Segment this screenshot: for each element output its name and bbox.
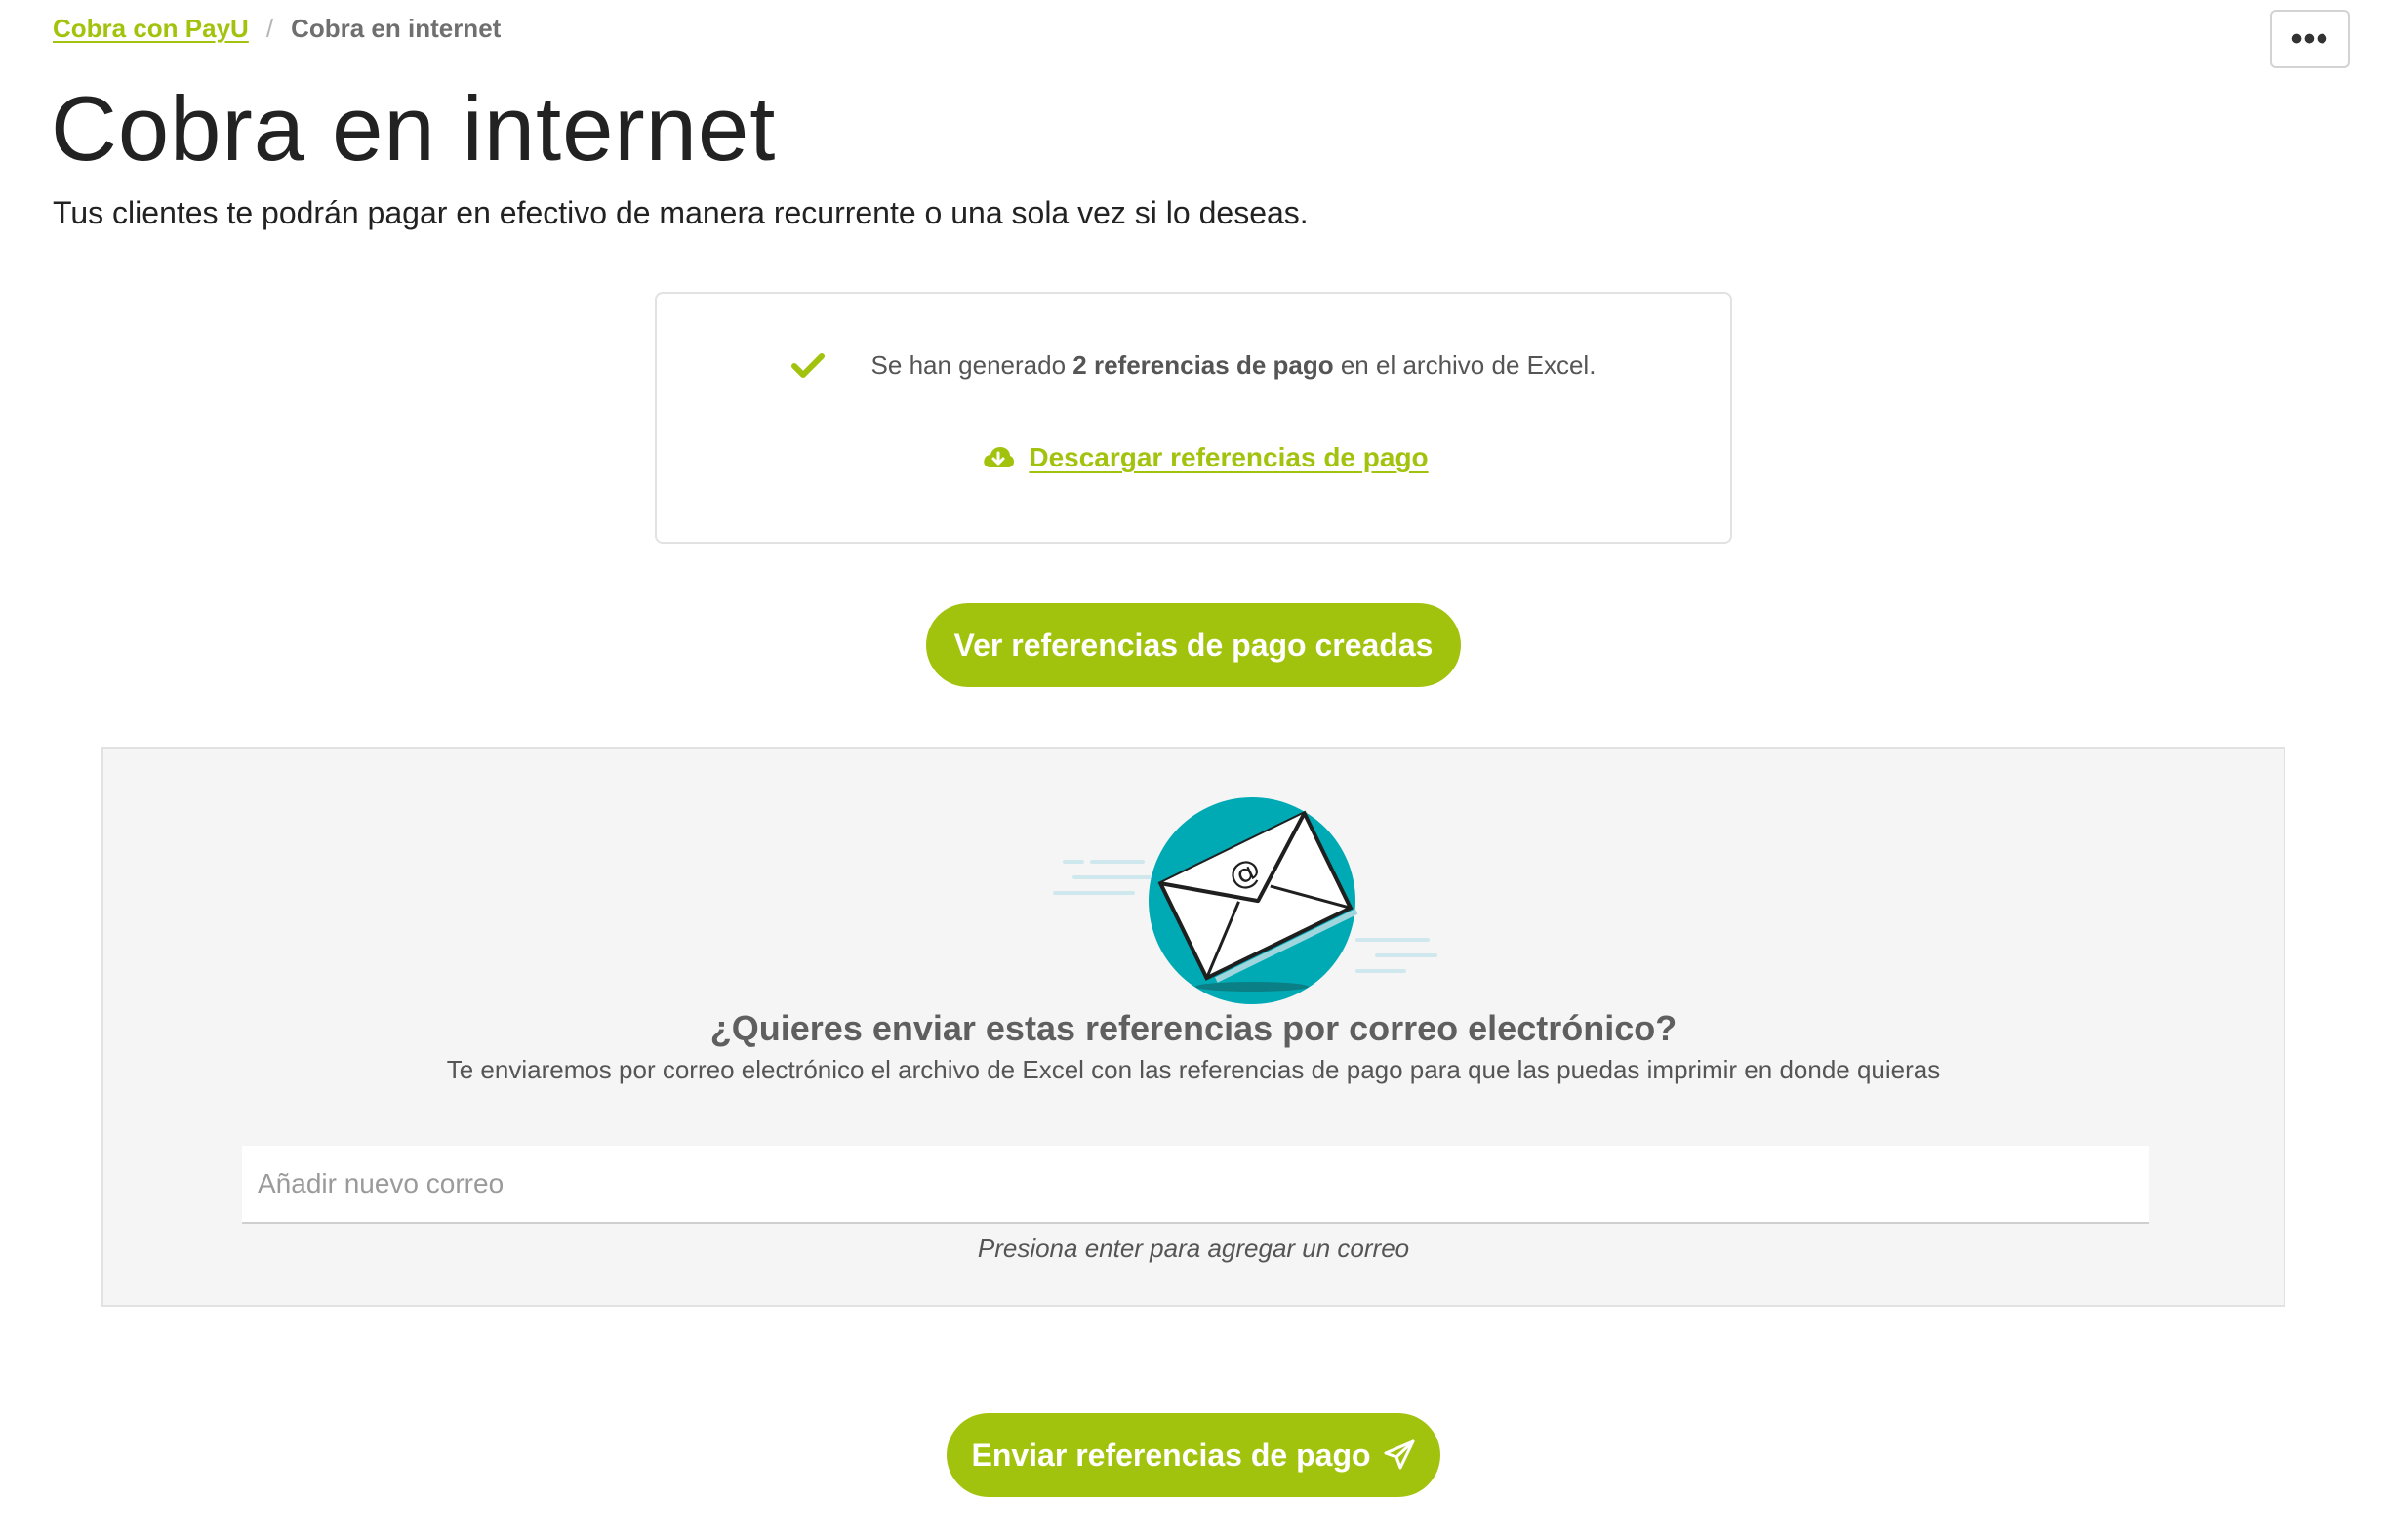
email-panel: @ ¿Quieres enviar estas referencias por … bbox=[101, 747, 2285, 1307]
email-question-heading: ¿Quieres enviar estas referencias por co… bbox=[709, 1008, 1678, 1048]
breadcrumb-separator: / bbox=[265, 14, 274, 43]
result-text-count: 2 referencias de pago bbox=[1072, 350, 1334, 380]
page-title: Cobra en internet bbox=[51, 77, 777, 180]
envelope-illustration: @ bbox=[1045, 784, 1455, 1008]
result-text-after: en el archivo de Excel. bbox=[1333, 350, 1597, 380]
breadcrumb-link-cobra-con-payu[interactable]: Cobra con PayU bbox=[53, 14, 249, 44]
result-text-before: Se han generado bbox=[870, 350, 1073, 380]
download-link-row: Descargar referencias de pago bbox=[657, 442, 1730, 473]
download-references-link[interactable]: Descargar referencias de pago bbox=[1029, 442, 1428, 473]
send-references-button[interactable]: Enviar referencias de pago bbox=[947, 1413, 1440, 1497]
more-options-button[interactable]: ••• bbox=[2270, 10, 2350, 68]
paper-plane-icon bbox=[1383, 1439, 1416, 1472]
page-subtitle: Tus clientes te podrán pagar en efectivo… bbox=[53, 195, 1309, 230]
cloud-download-icon bbox=[982, 444, 1015, 471]
breadcrumb: Cobra con PayU / Cobra en internet bbox=[53, 14, 501, 44]
page: Cobra con PayU / Cobra en internet ••• C… bbox=[0, 0, 2385, 1540]
breadcrumb-current: Cobra en internet bbox=[291, 14, 502, 43]
email-input-hint: Presiona enter para agregar un correo bbox=[977, 1234, 1410, 1263]
result-text: Se han generado 2 referencias de pago en… bbox=[871, 350, 1597, 381]
check-icon bbox=[790, 351, 825, 381]
result-message: Se han generado 2 referencias de pago en… bbox=[657, 350, 1730, 381]
result-box: Se han generado 2 referencias de pago en… bbox=[655, 292, 1732, 544]
view-created-references-button[interactable]: Ver referencias de pago creadas bbox=[926, 603, 1461, 687]
send-references-label: Enviar referencias de pago bbox=[971, 1437, 1371, 1473]
new-email-input[interactable] bbox=[242, 1146, 2149, 1224]
email-description: Te enviaremos por correo electrónico el … bbox=[446, 1055, 1941, 1084]
